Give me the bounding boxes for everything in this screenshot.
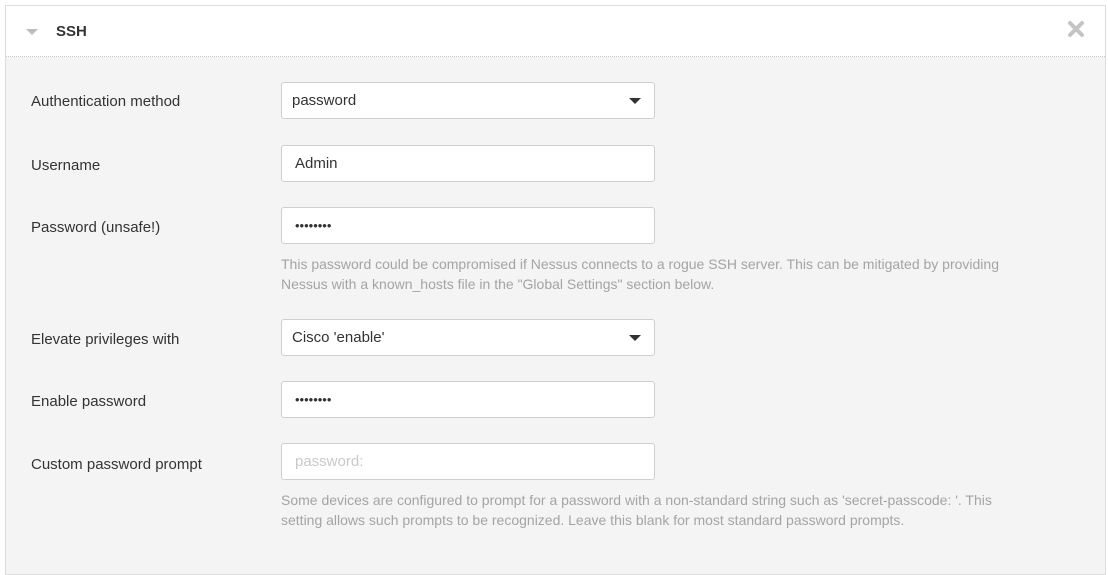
enable-password-input[interactable]: •••••••• (281, 381, 655, 418)
close-icon[interactable] (1067, 20, 1085, 38)
panel-title: SSH (56, 23, 87, 40)
username-label: Username (31, 157, 101, 174)
password-help-text: This password could be compromised if Ne… (281, 254, 1061, 294)
custom-prompt-help-text: Some devices are configured to prompt fo… (281, 490, 1061, 530)
custom-prompt-input[interactable] (282, 444, 654, 479)
enable-password-label: Enable password (31, 393, 147, 410)
chevron-down-icon (629, 98, 641, 104)
auth-method-select[interactable]: password (281, 82, 655, 119)
username-value: Admin (295, 155, 338, 172)
custom-prompt-help-line: Some devices are configured to prompt fo… (281, 492, 992, 508)
custom-prompt-help-line: setting allows such prompts to be recogn… (281, 512, 905, 528)
collapse-triangle-icon[interactable] (26, 29, 38, 35)
password-help-line: This password could be compromised if Ne… (281, 256, 999, 272)
chevron-down-icon (629, 335, 641, 341)
auth-method-value: password (292, 92, 357, 109)
auth-method-label: Authentication method (31, 93, 181, 110)
password-value: •••••••• (295, 218, 332, 233)
elevate-select[interactable]: Cisco 'enable' (281, 319, 655, 356)
password-help-line: Nessus with a known_hosts file in the "G… (281, 276, 715, 292)
custom-prompt-field[interactable] (281, 443, 655, 480)
enable-password-value: •••••••• (295, 392, 332, 407)
panel-header: SSH (6, 6, 1105, 57)
password-label: Password (unsafe!) (31, 219, 161, 236)
elevate-value: Cisco 'enable' (292, 329, 385, 346)
username-input[interactable]: Admin (281, 145, 655, 182)
password-input[interactable]: •••••••• (281, 207, 655, 244)
custom-prompt-label: Custom password prompt (31, 456, 202, 473)
elevate-label: Elevate privileges with (31, 331, 180, 348)
ssh-credentials-panel: SSH Authentication method password Usern… (5, 5, 1106, 575)
